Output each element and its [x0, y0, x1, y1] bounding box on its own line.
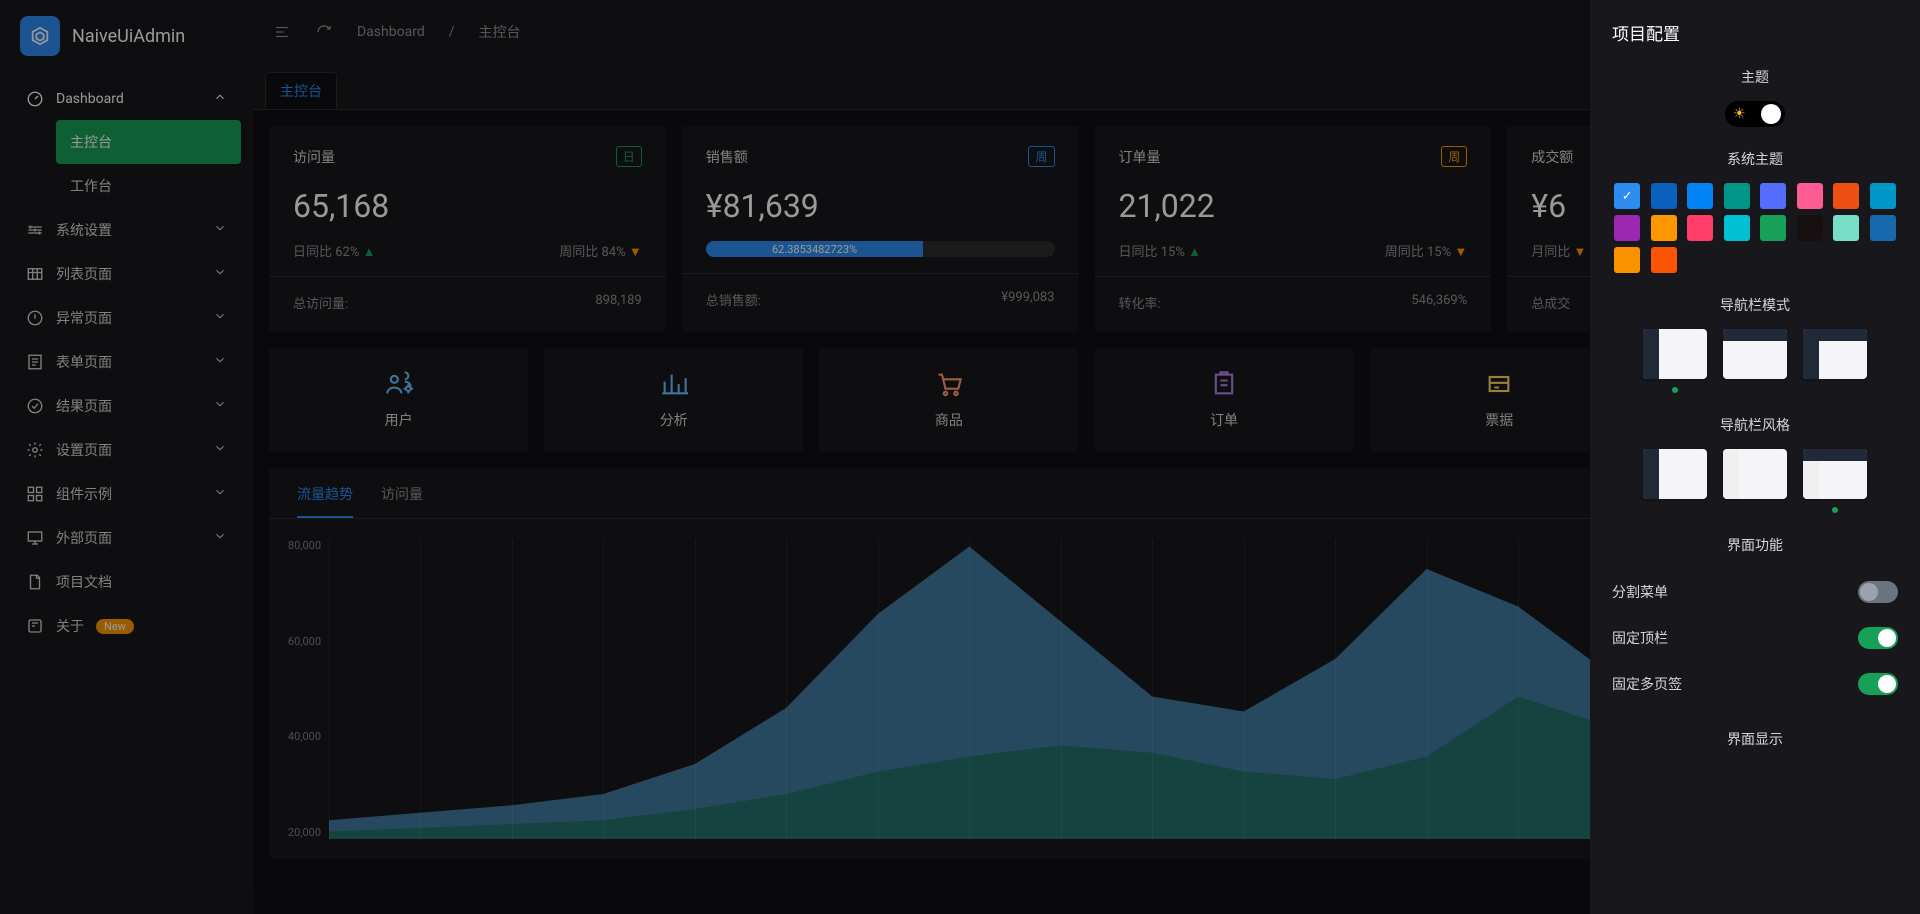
navmode-left[interactable]: [1643, 329, 1707, 379]
quick-link[interactable]: 用户: [269, 348, 528, 452]
color-swatch[interactable]: [1870, 215, 1896, 241]
config-switch[interactable]: [1858, 627, 1898, 649]
nav-menu: Dashboard 主控台 工作台 系统设置 列表页面 异常页面 表单页面: [0, 72, 253, 914]
quick-link[interactable]: 分析: [544, 348, 803, 452]
navmode-mix[interactable]: [1803, 329, 1867, 379]
color-swatch[interactable]: [1797, 183, 1823, 209]
sidebar: NaiveUiAdmin Dashboard 主控台 工作台 系统设置 列表页面…: [0, 0, 253, 914]
drawer-title: 项目配置: [1612, 20, 1898, 45]
sun-icon: ☀: [1733, 106, 1746, 122]
chart-tab-visits[interactable]: 访问量: [381, 484, 423, 518]
toggle-knob: [1761, 104, 1781, 124]
document-icon: [26, 573, 44, 591]
breadcrumb-b[interactable]: 主控台: [479, 22, 521, 42]
chart-tab-traffic[interactable]: 流量趋势: [297, 484, 353, 518]
navmode-top[interactable]: [1723, 329, 1787, 379]
navstyle-header-dark[interactable]: [1803, 449, 1867, 499]
breadcrumb-a[interactable]: Dashboard: [357, 24, 425, 40]
component-icon: [26, 485, 44, 503]
color-swatch[interactable]: [1797, 215, 1823, 241]
color-swatch[interactable]: [1760, 215, 1786, 241]
sidebar-sub-console[interactable]: 主控台: [56, 120, 241, 164]
color-swatch[interactable]: [1651, 247, 1677, 273]
color-swatch[interactable]: [1724, 215, 1750, 241]
logo-area[interactable]: NaiveUiAdmin: [0, 0, 253, 72]
chevron-down-icon: [213, 353, 227, 371]
logo-icon: [20, 16, 60, 56]
section-systheme: 系统主题: [1612, 149, 1898, 169]
sidebar-item-settings[interactable]: 设置页面: [12, 428, 241, 472]
gear-icon: [26, 441, 44, 459]
reload-icon[interactable]: [315, 23, 333, 41]
warning-icon: [26, 309, 44, 327]
sidebar-sub-workbench[interactable]: 工作台: [56, 164, 241, 208]
config-switch[interactable]: [1858, 581, 1898, 603]
form-icon: [26, 353, 44, 371]
check-circle-icon: [26, 397, 44, 415]
chevron-down-icon: [213, 441, 227, 459]
section-navstyle: 导航栏风格: [1612, 415, 1898, 435]
color-swatch[interactable]: [1687, 215, 1713, 241]
new-badge: New: [96, 619, 134, 634]
quick-link[interactable]: 订单: [1094, 348, 1353, 452]
chevron-down-icon: [213, 529, 227, 547]
color-swatch[interactable]: [1614, 183, 1640, 209]
chevron-up-icon: [213, 90, 227, 108]
app-name: NaiveUiAdmin: [72, 26, 185, 47]
stat-card: 订单量周 21,022日同比 15% ▲周同比 15% ▼ 转化率:546,36…: [1095, 126, 1492, 332]
sidebar-item-system[interactable]: 系统设置: [12, 208, 241, 252]
navstyle-light[interactable]: [1723, 449, 1787, 499]
chevron-down-icon: [213, 265, 227, 283]
app-icon: [26, 617, 44, 635]
sidebar-item-dashboard[interactable]: Dashboard: [12, 78, 241, 120]
color-swatch[interactable]: [1651, 215, 1677, 241]
color-swatch[interactable]: [1614, 215, 1640, 241]
color-swatch[interactable]: [1724, 183, 1750, 209]
stat-card: 销售额周 ¥81,63962.3853482723% 总销售额:¥999,083: [682, 126, 1079, 332]
sidebar-item-external[interactable]: 外部页面: [12, 516, 241, 560]
sidebar-item-label: Dashboard: [56, 91, 124, 107]
config-switch[interactable]: [1858, 673, 1898, 695]
sidebar-item-exception[interactable]: 异常页面: [12, 296, 241, 340]
color-swatch[interactable]: [1760, 183, 1786, 209]
theme-toggle[interactable]: ☀: [1725, 101, 1785, 127]
chevron-down-icon: [213, 221, 227, 239]
chevron-down-icon: [213, 485, 227, 503]
tab-console[interactable]: 主控台: [265, 72, 337, 109]
settings-drawer: 项目配置 主题 ☀ 系统主题 导航栏模式 导航栏风格 界面功能 分割菜单固定顶栏…: [1590, 0, 1920, 914]
color-swatch[interactable]: [1833, 183, 1859, 209]
sidebar-item-list[interactable]: 列表页面: [12, 252, 241, 296]
section-uifunc: 界面功能: [1612, 535, 1898, 555]
settings-icon: [26, 221, 44, 239]
desktop-icon: [26, 529, 44, 547]
color-swatch[interactable]: [1833, 215, 1859, 241]
section-navmode: 导航栏模式: [1612, 295, 1898, 315]
stat-card: 访问量日 65,168日同比 62% ▲周同比 84% ▼ 总访问量:898,1…: [269, 126, 666, 332]
color-swatch[interactable]: [1614, 247, 1640, 273]
chevron-down-icon: [213, 309, 227, 327]
sidebar-item-components[interactable]: 组件示例: [12, 472, 241, 516]
sidebar-item-result[interactable]: 结果页面: [12, 384, 241, 428]
section-theme: 主题: [1612, 67, 1898, 87]
chevron-down-icon: [213, 397, 227, 415]
navstyle-dark[interactable]: [1643, 449, 1707, 499]
dashboard-icon: [26, 90, 44, 108]
table-icon: [26, 265, 44, 283]
sidebar-item-docs[interactable]: 项目文档: [12, 560, 241, 604]
quick-link[interactable]: 商品: [819, 348, 1078, 452]
color-swatch[interactable]: [1687, 183, 1713, 209]
sidebar-item-form[interactable]: 表单页面: [12, 340, 241, 384]
section-uidisplay: 界面显示: [1612, 729, 1898, 749]
sidebar-item-about[interactable]: 关于 New: [12, 604, 241, 648]
color-swatch[interactable]: [1870, 183, 1896, 209]
menu-toggle-icon[interactable]: [273, 23, 291, 41]
color-swatch[interactable]: [1651, 183, 1677, 209]
